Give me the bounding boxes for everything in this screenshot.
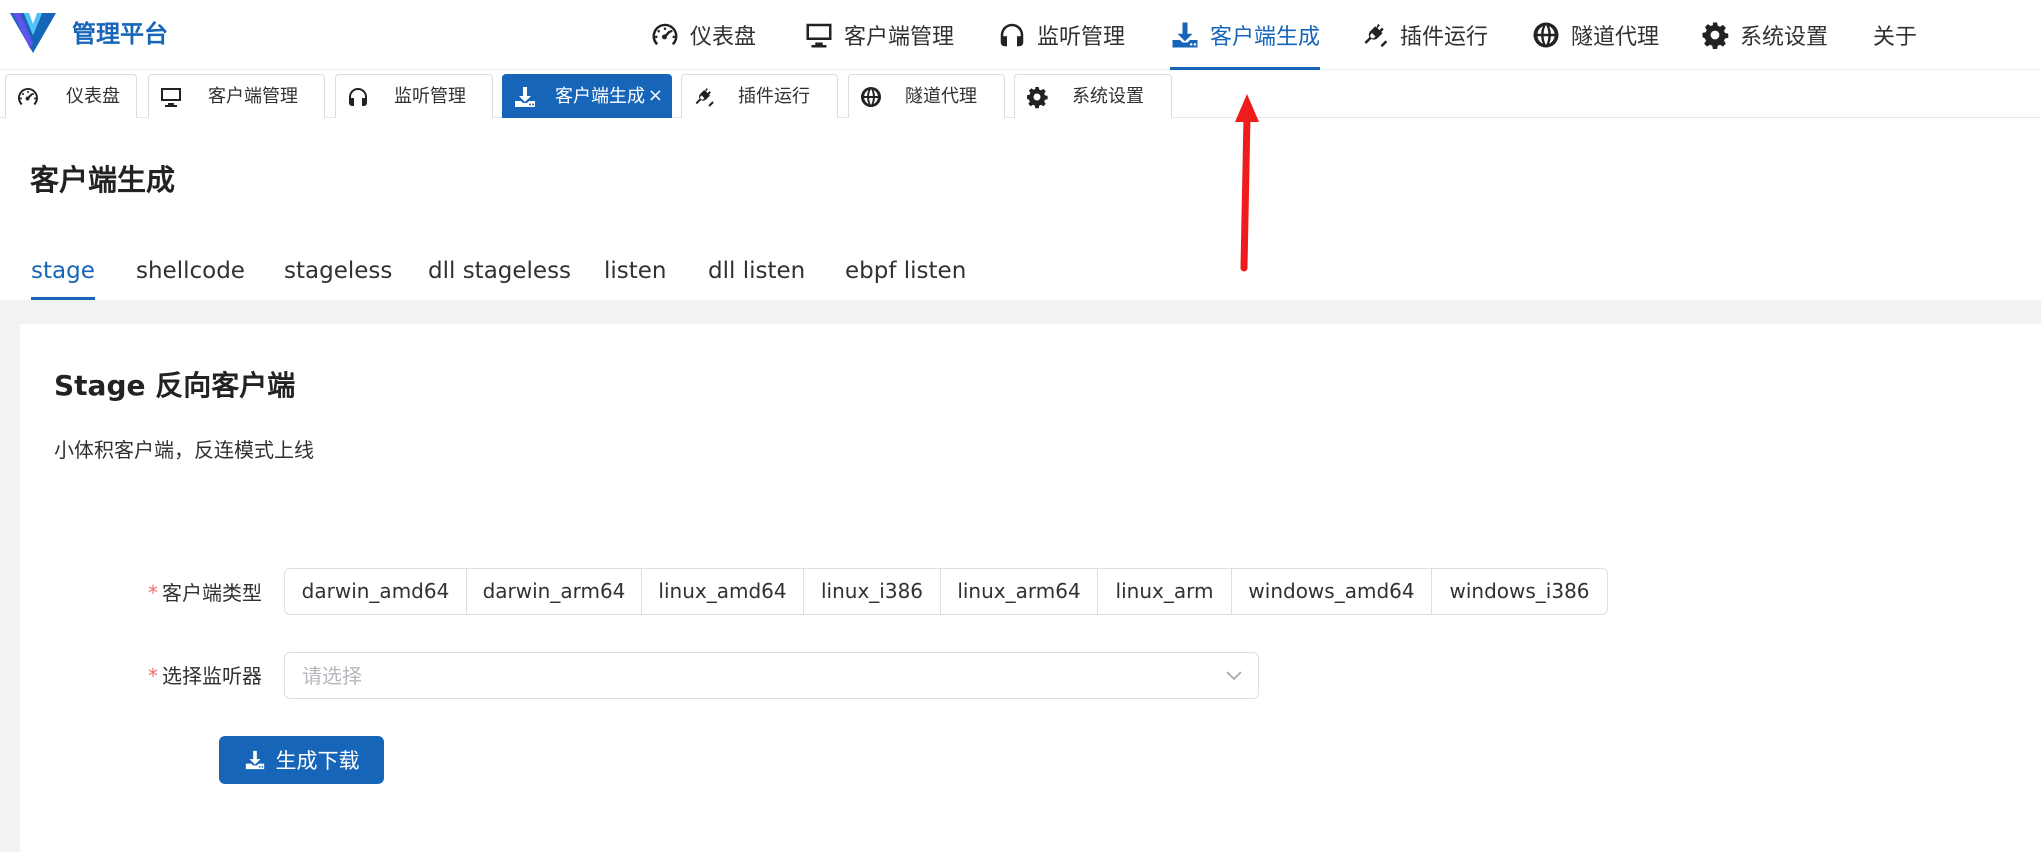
client-type-option[interactable]: linux_i386: [803, 569, 940, 614]
dashboard-icon: [650, 20, 680, 50]
tab-client-generation[interactable]: 客户端生成 ×: [502, 74, 672, 118]
client-type-option[interactable]: linux_amd64: [641, 569, 803, 614]
client-type-option[interactable]: darwin_arm64: [466, 569, 641, 614]
nav-item-plugin-run[interactable]: 插件运行: [1360, 0, 1488, 70]
tab-close-icon[interactable]: ×: [648, 85, 663, 107]
tab-label: 监听管理: [394, 86, 466, 107]
tab-system-settings[interactable]: 系统设置: [1014, 74, 1172, 118]
tab-label: 插件运行: [738, 86, 810, 107]
top-navbar: 管理平台 仪表盘 客户端管理 监听管理 客户端生成 插件运行 隧道代理 系统设置…: [0, 0, 2041, 70]
nav-item-tunnel-proxy[interactable]: 隧道代理: [1531, 0, 1659, 70]
tab-plugin-run[interactable]: 插件运行: [681, 74, 838, 118]
nav-item-label: 客户端管理: [844, 25, 955, 50]
tab-listener-management[interactable]: 监听管理: [335, 74, 493, 118]
tab-label: 系统设置: [1072, 86, 1144, 107]
nav-item-label: 关于: [1873, 25, 1918, 50]
required-mark: *: [148, 581, 158, 605]
tab-label: 客户端生成: [555, 86, 645, 107]
generate-download-button[interactable]: 生成下载: [219, 736, 384, 784]
nav-item-client-generation[interactable]: 客户端生成: [1170, 0, 1321, 70]
download-icon: [1170, 20, 1200, 50]
tab-tunnel-proxy[interactable]: 隧道代理: [848, 74, 1005, 118]
gear-icon: [1700, 20, 1730, 50]
tab-label: 仪表盘: [66, 86, 120, 107]
nav-item-label: 隧道代理: [1571, 25, 1660, 50]
subtab-ebpf-listen[interactable]: ebpf listen: [845, 248, 966, 300]
plug-icon: [1360, 20, 1390, 50]
client-type-option[interactable]: linux_arm64: [940, 569, 1097, 614]
download-icon: [244, 749, 266, 771]
open-tabs-bar: 仪表盘 客户端管理 监听管理 客户端生成 × 插件运行 隧道代理 系统设置: [0, 70, 2041, 118]
card-description: 小体积客户端，反连模式上线: [54, 438, 314, 462]
tab-label: 客户端管理: [208, 86, 298, 107]
client-type-label: * 客户端类型: [148, 579, 262, 607]
listener-select-placeholder: 请选择: [302, 664, 362, 688]
generate-download-label: 生成下载: [275, 749, 360, 773]
nav-item-client-management[interactable]: 客户端管理: [804, 0, 954, 70]
client-type-option[interactable]: windows_i386: [1431, 569, 1607, 614]
client-type-option[interactable]: linux_arm: [1097, 569, 1231, 614]
dashboard-icon: [16, 85, 40, 109]
brand-title[interactable]: 管理平台: [72, 18, 168, 50]
nav-item-system-settings[interactable]: 系统设置: [1700, 0, 1828, 70]
nav-item-dashboard[interactable]: 仪表盘: [650, 0, 756, 70]
client-type-option[interactable]: windows_amd64: [1231, 569, 1431, 614]
subtab-listen[interactable]: listen: [604, 248, 667, 300]
card-title: Stage 反向客户端: [54, 369, 296, 402]
nav-item-label: 系统设置: [1740, 25, 1829, 50]
globe-icon: [859, 85, 883, 109]
subtab-shellcode[interactable]: shellcode: [136, 248, 245, 300]
subtab-stage[interactable]: stage: [31, 248, 95, 300]
nav-item-label: 插件运行: [1400, 25, 1489, 50]
client-type-label-text: 客户端类型: [162, 581, 262, 605]
download-icon: [513, 85, 537, 109]
chevron-down-icon: [1226, 671, 1242, 681]
tab-label: 隧道代理: [905, 86, 977, 107]
nav-item-listener-management[interactable]: 监听管理: [997, 0, 1125, 70]
tab-client-management[interactable]: 客户端管理: [148, 74, 325, 118]
monitor-icon: [159, 85, 183, 109]
monitor-icon: [804, 20, 834, 50]
subtab-dll-stageless[interactable]: dll stageless: [428, 248, 571, 300]
app-logo-icon: [10, 13, 56, 53]
subtab-stageless[interactable]: stageless: [284, 248, 392, 300]
listener-select[interactable]: 请选择: [284, 652, 1259, 699]
plug-icon: [692, 85, 716, 109]
tab-dashboard[interactable]: 仪表盘: [5, 74, 137, 118]
gear-icon: [1025, 85, 1049, 109]
listener-label-text: 选择监听器: [162, 664, 262, 688]
globe-icon: [1531, 20, 1561, 50]
headphones-icon: [997, 20, 1027, 50]
subtab-dll-listen[interactable]: dll listen: [708, 248, 805, 300]
required-mark: *: [148, 664, 158, 688]
listener-label: * 选择监听器: [148, 662, 262, 690]
client-type-option[interactable]: darwin_amd64: [285, 569, 466, 614]
client-type-selector: darwin_amd64 darwin_arm64 linux_amd64 li…: [284, 568, 1608, 615]
client-type-subtabs: stage shellcode stageless dll stageless …: [0, 248, 2041, 300]
nav-item-label: 客户端生成: [1210, 25, 1321, 50]
nav-item-label: 监听管理: [1037, 25, 1126, 50]
annotation-arrow-icon: [1235, 94, 1259, 272]
nav-item-about[interactable]: 关于: [1873, 0, 1917, 70]
headphones-icon: [346, 85, 370, 109]
nav-item-label: 仪表盘: [690, 25, 757, 50]
page-title: 客户端生成: [30, 163, 176, 197]
